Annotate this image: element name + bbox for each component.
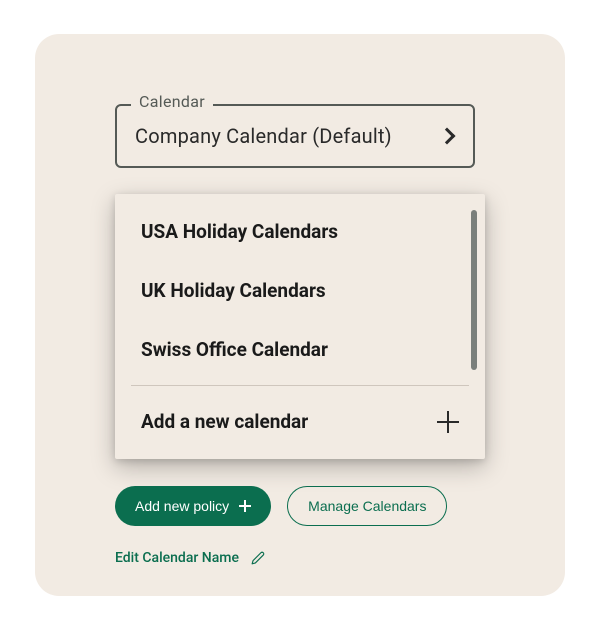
edit-link-label: Edit Calendar Name	[115, 550, 239, 566]
settings-card: Calendar Company Calendar (Default) USA …	[35, 34, 565, 596]
calendar-select-value: Company Calendar (Default)	[135, 124, 392, 148]
calendar-dropdown: USA Holiday Calendars UK Holiday Calenda…	[115, 194, 485, 459]
add-policy-label: Add new policy	[135, 498, 229, 514]
add-new-calendar-label: Add a new calendar	[141, 410, 308, 433]
dropdown-item-swiss[interactable]: Swiss Office Calendar	[115, 320, 485, 379]
action-buttons: Add new policy Manage Calendars	[115, 486, 447, 526]
dropdown-item-usa[interactable]: USA Holiday Calendars	[115, 202, 485, 261]
chevron-right-icon	[439, 128, 456, 145]
dropdown-item-uk[interactable]: UK Holiday Calendars	[115, 261, 485, 320]
plus-icon	[239, 500, 251, 512]
manage-calendars-label: Manage Calendars	[308, 498, 426, 514]
pencil-icon	[251, 551, 265, 565]
calendar-select-wrap: Calendar Company Calendar (Default)	[115, 104, 515, 168]
manage-calendars-button[interactable]: Manage Calendars	[287, 486, 447, 526]
add-new-calendar[interactable]: Add a new calendar	[115, 386, 485, 459]
edit-calendar-name-link[interactable]: Edit Calendar Name	[115, 550, 265, 566]
dropdown-item-label: UK Holiday Calendars	[141, 279, 326, 302]
calendar-select-label: Calendar	[131, 92, 213, 111]
add-new-policy-button[interactable]: Add new policy	[115, 486, 271, 526]
dropdown-item-label: USA Holiday Calendars	[141, 220, 338, 243]
scrollbar-thumb[interactable]	[471, 210, 477, 370]
plus-icon	[437, 411, 459, 433]
calendar-select[interactable]: Company Calendar (Default)	[115, 104, 475, 168]
dropdown-item-label: Swiss Office Calendar	[141, 338, 328, 361]
